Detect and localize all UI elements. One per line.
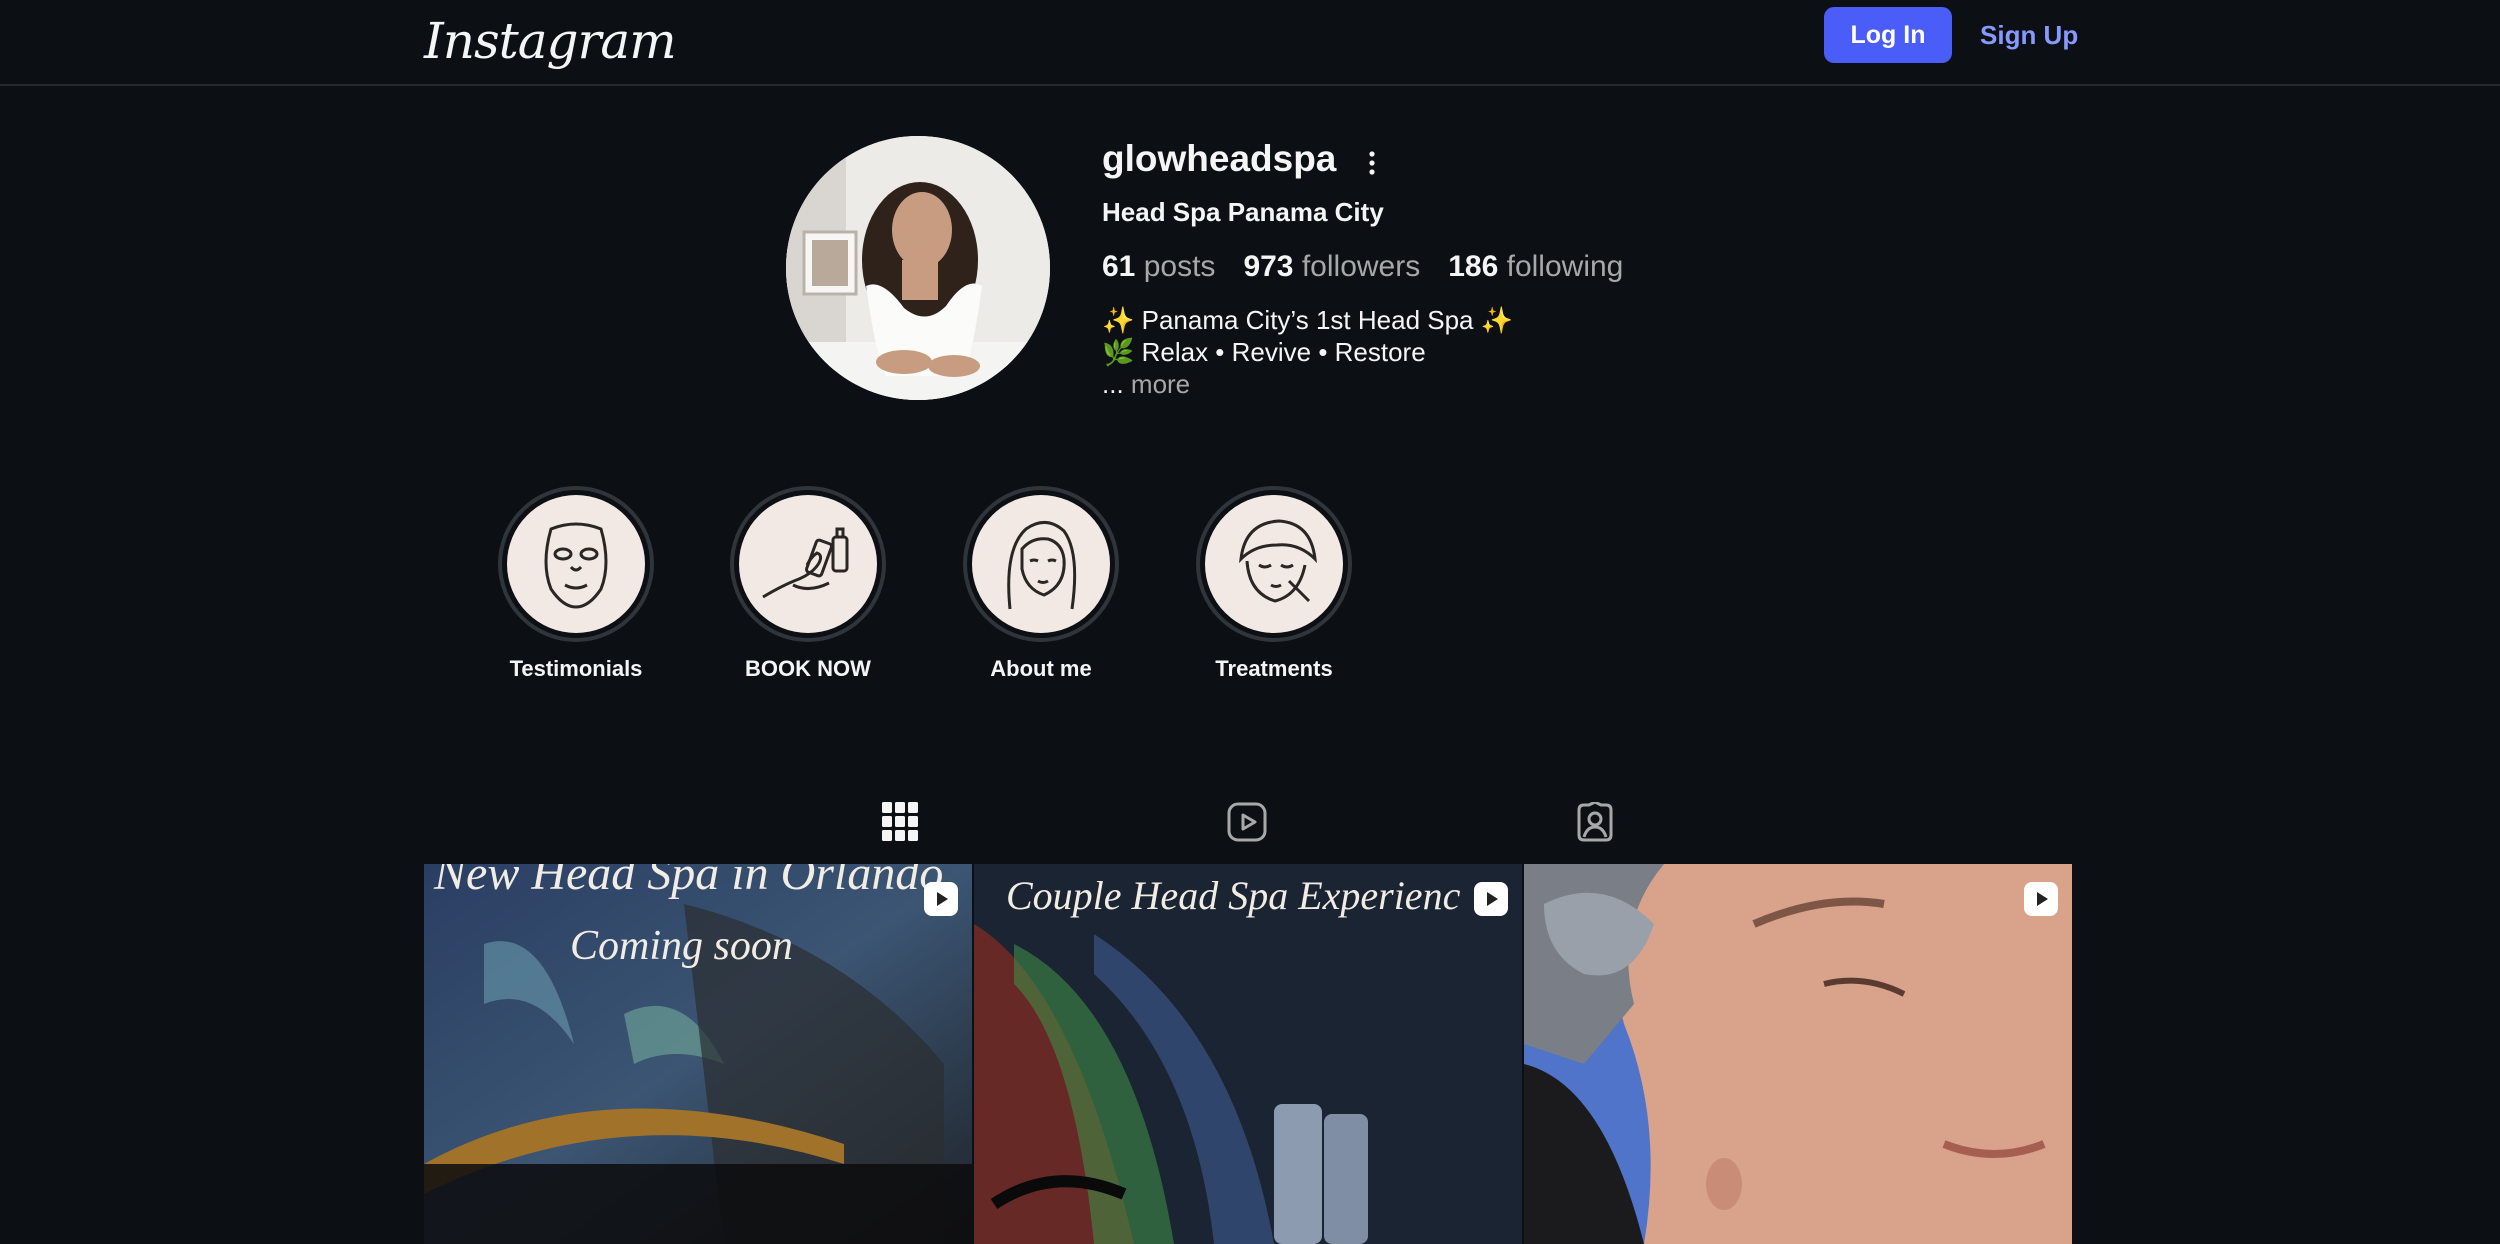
post-caption-secondary: Coming soon xyxy=(570,923,793,969)
reels-icon xyxy=(1227,802,1267,842)
profile-photo xyxy=(786,136,1050,400)
more-options-icon[interactable] xyxy=(1358,144,1386,182)
bio-line-2: 🌿 Relax • Revive • Restore xyxy=(1102,337,1426,367)
hand-bottle-icon xyxy=(739,495,877,633)
following-count-value: 186 xyxy=(1448,250,1499,283)
post-thumbnail xyxy=(424,864,972,1244)
highlight-book-now[interactable]: BOOK NOW xyxy=(698,486,918,682)
face-mask-icon xyxy=(507,495,645,633)
highlight-label: About me xyxy=(990,656,1092,681)
highlight-ring xyxy=(963,486,1119,642)
grid-icon xyxy=(882,802,918,841)
profile-stats: 61 posts 973 followers 186 following xyxy=(1102,250,1623,284)
reel-icon xyxy=(924,882,958,916)
following-count-label: following xyxy=(1506,250,1624,283)
post-tile[interactable] xyxy=(1524,864,2072,1244)
posts-count-label: posts xyxy=(1143,250,1216,283)
posts-grid: New Head Spa in Orlando Coming soon Coup… xyxy=(424,864,2072,1244)
profile-avatar[interactable] xyxy=(786,136,1050,400)
bio-line-1: ✨ Panama City’s 1st Head Spa ✨ xyxy=(1102,305,1514,335)
profile-username: glowheadspa xyxy=(1102,138,1337,179)
posts-count: 61 posts xyxy=(1102,250,1215,284)
log-in-button[interactable]: Log In xyxy=(1824,7,1952,63)
followers-count-value: 973 xyxy=(1243,250,1294,283)
posts-count-value: 61 xyxy=(1102,250,1136,283)
top-navigation-bar: Instagram Log In Sign Up xyxy=(0,0,2500,86)
following-count[interactable]: 186 following xyxy=(1448,250,1623,284)
highlight-label: Testimonials xyxy=(509,656,643,681)
woman-face-icon xyxy=(972,495,1110,633)
profile-full-name: Head Spa Panama City xyxy=(1102,197,1384,227)
highlight-treatments[interactable]: Treatments xyxy=(1164,486,1384,682)
highlight-about-me[interactable]: About me xyxy=(931,486,1151,682)
highlight-label: Treatments xyxy=(1215,656,1333,681)
post-thumbnail xyxy=(1524,864,2072,1244)
post-tile[interactable]: New Head Spa in Orlando Coming soon xyxy=(424,864,972,1244)
tab-reels[interactable] xyxy=(1225,800,1269,844)
post-tile[interactable]: Couple Head Spa Experienc xyxy=(974,864,1522,1244)
highlight-ring xyxy=(730,486,886,642)
tab-tagged[interactable] xyxy=(1573,800,1617,844)
reel-icon xyxy=(1474,882,1508,916)
highlight-ring xyxy=(498,486,654,642)
tab-posts[interactable] xyxy=(878,800,922,844)
sign-up-link[interactable]: Sign Up xyxy=(1980,7,2078,63)
post-caption: Couple Head Spa Experienc xyxy=(1006,873,1461,918)
tagged-icon xyxy=(1577,802,1613,842)
bio-ellipsis: ... xyxy=(1102,369,1124,399)
reel-icon xyxy=(2024,882,2058,916)
post-thumbnail xyxy=(974,864,1522,1244)
towel-face-icon xyxy=(1205,495,1343,633)
highlight-label: BOOK NOW xyxy=(745,656,871,681)
post-caption: New Head Spa in Orlando xyxy=(434,864,944,900)
bio-more-link[interactable]: more xyxy=(1131,369,1190,399)
highlight-testimonials[interactable]: Testimonials xyxy=(466,486,686,682)
followers-count-label: followers xyxy=(1301,250,1421,283)
followers-count[interactable]: 973 followers xyxy=(1243,250,1420,284)
instagram-logo[interactable]: Instagram xyxy=(424,6,677,76)
profile-bio: ✨ Panama City’s 1st Head Spa ✨ 🌿 Relax •… xyxy=(1102,304,1513,400)
highlight-ring xyxy=(1196,486,1352,642)
